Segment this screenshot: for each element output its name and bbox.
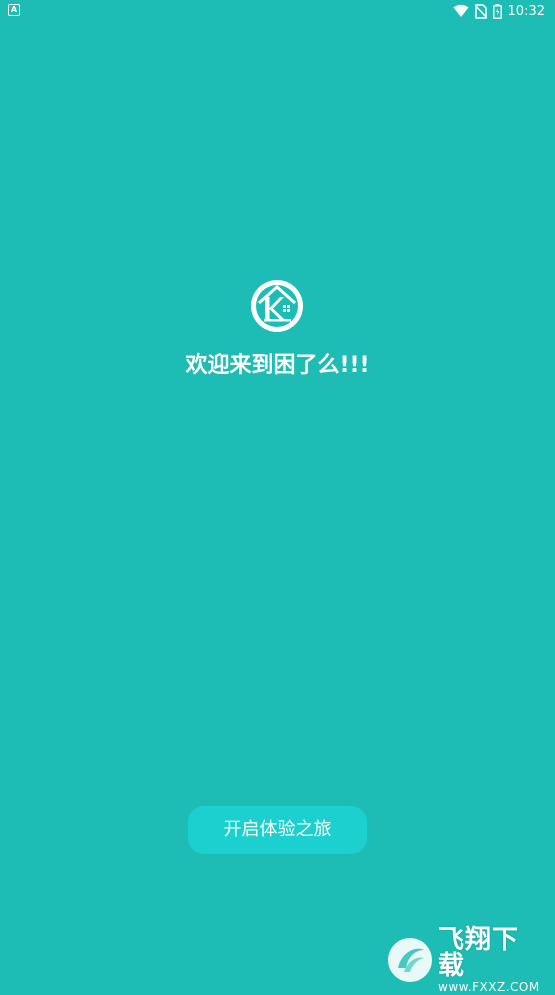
watermark-url: www.FXXZ.COM	[438, 980, 540, 994]
status-time: 10:32	[507, 3, 545, 19]
welcome-title: 欢迎来到困了么!!!	[185, 353, 370, 378]
house-k-logo-icon	[251, 280, 303, 332]
wifi-icon	[453, 4, 469, 18]
status-bar: A 10:32	[0, 0, 555, 22]
notification-a-icon: A	[8, 4, 20, 16]
watermark-title: 飞翔下载	[438, 925, 520, 981]
watermark-logo-icon	[388, 938, 432, 982]
start-experience-button[interactable]: 开启体验之旅	[188, 806, 367, 854]
watermark: 飞翔下载 www.FXXZ.COM	[388, 927, 544, 993]
battery-icon	[492, 3, 502, 19]
status-icons: 10:32	[453, 2, 545, 20]
no-sim-icon	[474, 3, 487, 19]
